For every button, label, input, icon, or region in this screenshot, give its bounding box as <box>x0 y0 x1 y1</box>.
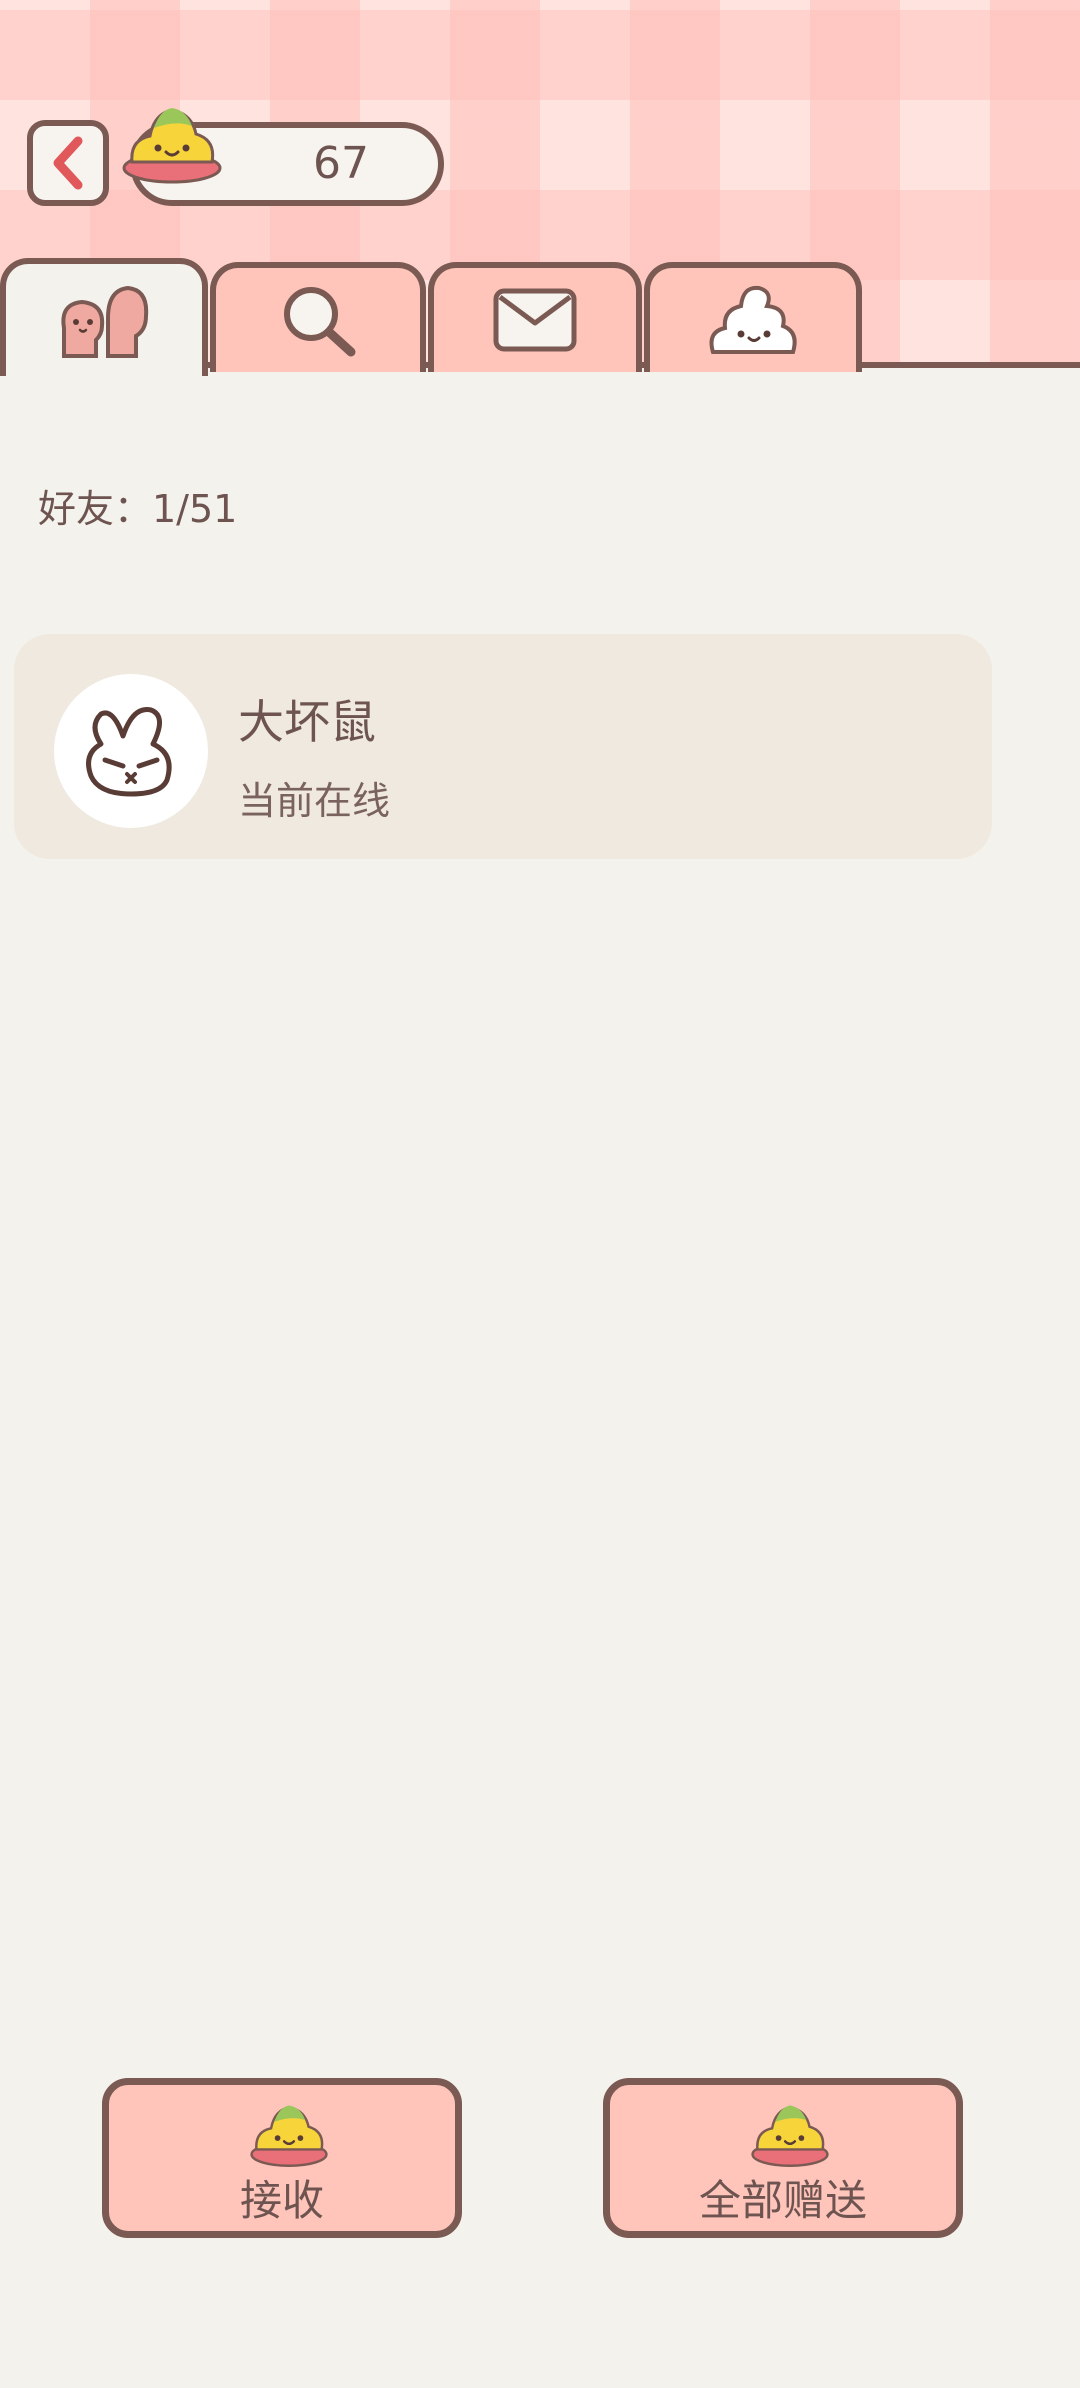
gift-all-label: 全部赠送 <box>698 2176 867 2225</box>
tab-poop[interactable] <box>644 262 862 372</box>
bunny-avatar-icon <box>86 707 172 797</box>
poop-coin-icon <box>250 2105 328 2167</box>
poop-coin-icon <box>751 2105 829 2167</box>
tab-friends[interactable] <box>0 258 208 376</box>
avatar <box>54 674 208 828</box>
back-button[interactable] <box>27 120 109 206</box>
friend-count-label: 好友：1/51 <box>38 487 238 531</box>
friend-list-item[interactable]: 大坏鼠 当前在线 <box>14 634 992 859</box>
friend-name: 大坏鼠 <box>238 695 376 749</box>
coin-count: 67 <box>313 138 369 189</box>
friend-status: 当前在线 <box>238 779 391 823</box>
poop-coin-icon <box>122 108 222 184</box>
receive-label: 接收 <box>239 2176 324 2225</box>
chevron-left-icon <box>53 136 83 190</box>
search-icon <box>284 287 356 357</box>
poop-icon <box>709 285 797 354</box>
receive-button[interactable]: 接收 <box>102 2078 462 2238</box>
gift-all-button[interactable]: 全部赠送 <box>603 2078 963 2238</box>
tab-mail[interactable] <box>428 262 642 372</box>
friends-icon <box>61 285 149 358</box>
tab-search[interactable] <box>210 262 426 372</box>
mail-icon <box>493 288 577 352</box>
